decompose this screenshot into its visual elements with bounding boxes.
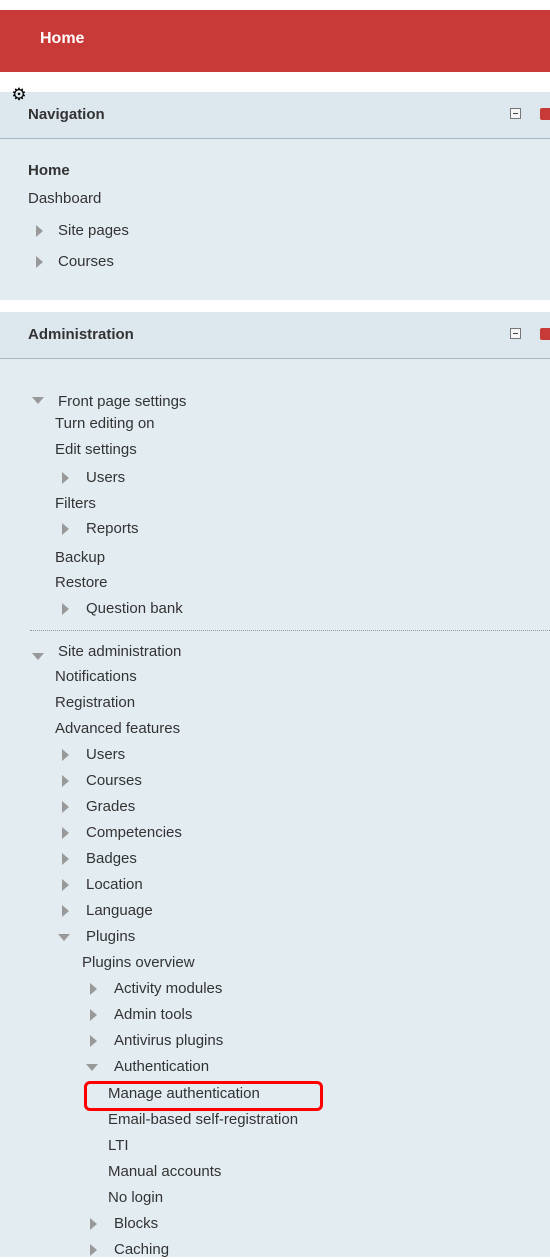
admin-item-courses[interactable]: Courses — [86, 772, 142, 790]
expand-arrow-icon[interactable] — [36, 225, 43, 237]
administration-block-title: Administration — [28, 326, 134, 343]
admin-item-users[interactable]: Users — [86, 469, 125, 487]
expand-arrow-icon[interactable] — [62, 523, 69, 535]
admin-item-antivirus-plugins[interactable]: Antivirus plugins — [114, 1032, 223, 1050]
admin-item-turn-editing-on[interactable]: Turn editing on — [55, 415, 155, 433]
dock-block-icon[interactable] — [540, 328, 550, 340]
admin-item-users[interactable]: Users — [86, 746, 125, 764]
admin-item-reports[interactable]: Reports — [86, 520, 139, 538]
admin-item-location[interactable]: Location — [86, 876, 143, 894]
highlight-box — [84, 1081, 323, 1111]
admin-item-lti[interactable]: LTI — [108, 1137, 129, 1155]
admin-item-competencies[interactable]: Competencies — [86, 824, 182, 842]
admin-item-filters[interactable]: Filters — [55, 495, 96, 513]
nav-item-site-pages[interactable]: Site pages — [58, 222, 129, 240]
admin-item-grades[interactable]: Grades — [86, 798, 135, 816]
admin-item-badges[interactable]: Badges — [86, 850, 137, 868]
admin-item-advanced-features[interactable]: Advanced features — [55, 720, 180, 738]
admin-item-question-bank[interactable]: Question bank — [86, 600, 183, 618]
admin-item-backup[interactable]: Backup — [55, 549, 105, 567]
page-header-bar: Home — [0, 10, 550, 72]
expand-arrow-icon[interactable] — [62, 905, 69, 917]
site-administration-item[interactable]: Site administration — [58, 643, 181, 661]
expand-arrow-icon[interactable] — [90, 1218, 97, 1230]
collapse-arrow-icon[interactable] — [58, 934, 70, 941]
expand-arrow-icon[interactable] — [62, 775, 69, 787]
expand-arrow-icon[interactable] — [62, 603, 69, 615]
nav-item-dashboard[interactable]: Dashboard — [28, 190, 101, 208]
admin-item-manual-accounts[interactable]: Manual accounts — [108, 1163, 221, 1181]
navigation-block-header: Navigation — [0, 92, 550, 139]
expand-arrow-icon[interactable] — [90, 1244, 97, 1256]
admin-item-notifications[interactable]: Notifications — [55, 668, 137, 686]
admin-item-authentication[interactable]: Authentication — [114, 1058, 209, 1076]
gear-icon[interactable]: ⚙ — [8, 86, 30, 104]
nav-item-courses[interactable]: Courses — [58, 253, 114, 271]
front-page-settings-item[interactable]: Front page settings — [58, 393, 186, 411]
dock-block-icon[interactable] — [540, 108, 550, 120]
admin-item-restore[interactable]: Restore — [55, 574, 108, 592]
admin-item-language[interactable]: Language — [86, 902, 153, 920]
admin-item-plugins[interactable]: Plugins — [86, 928, 135, 946]
expand-arrow-icon[interactable] — [90, 1009, 97, 1021]
admin-item-admin-tools[interactable]: Admin tools — [114, 1006, 192, 1024]
expand-arrow-icon[interactable] — [62, 472, 69, 484]
admin-item-edit-settings[interactable]: Edit settings — [55, 441, 137, 459]
collapse-arrow-icon[interactable] — [32, 653, 44, 660]
administration-block-header: Administration — [0, 312, 550, 359]
admin-item-activity-modules[interactable]: Activity modules — [114, 980, 222, 998]
admin-item-plugins-overview[interactable]: Plugins overview — [82, 954, 195, 972]
expand-arrow-icon[interactable] — [90, 983, 97, 995]
expand-arrow-icon[interactable] — [90, 1035, 97, 1047]
admin-item-registration[interactable]: Registration — [55, 694, 135, 712]
page-title[interactable]: Home — [40, 30, 84, 48]
expand-arrow-icon[interactable] — [62, 827, 69, 839]
collapse-arrow-icon[interactable] — [32, 397, 44, 404]
admin-item-blocks[interactable]: Blocks — [114, 1215, 158, 1233]
collapse-arrow-icon[interactable] — [86, 1064, 98, 1071]
expand-arrow-icon[interactable] — [62, 749, 69, 761]
expand-arrow-icon[interactable] — [36, 256, 43, 268]
admin-item-caching[interactable]: Caching — [114, 1241, 169, 1259]
expand-arrow-icon[interactable] — [62, 801, 69, 813]
admin-item-no-login[interactable]: No login — [108, 1189, 163, 1207]
collapse-block-icon[interactable] — [510, 328, 521, 339]
expand-arrow-icon[interactable] — [62, 879, 69, 891]
expand-arrow-icon[interactable] — [62, 853, 69, 865]
navigation-block-title: Navigation — [28, 106, 105, 123]
admin-item-email-based-self-registration[interactable]: Email-based self-registration — [108, 1111, 298, 1129]
collapse-block-icon[interactable] — [510, 108, 521, 119]
section-divider — [30, 630, 550, 631]
nav-item-home[interactable]: Home — [28, 162, 70, 180]
